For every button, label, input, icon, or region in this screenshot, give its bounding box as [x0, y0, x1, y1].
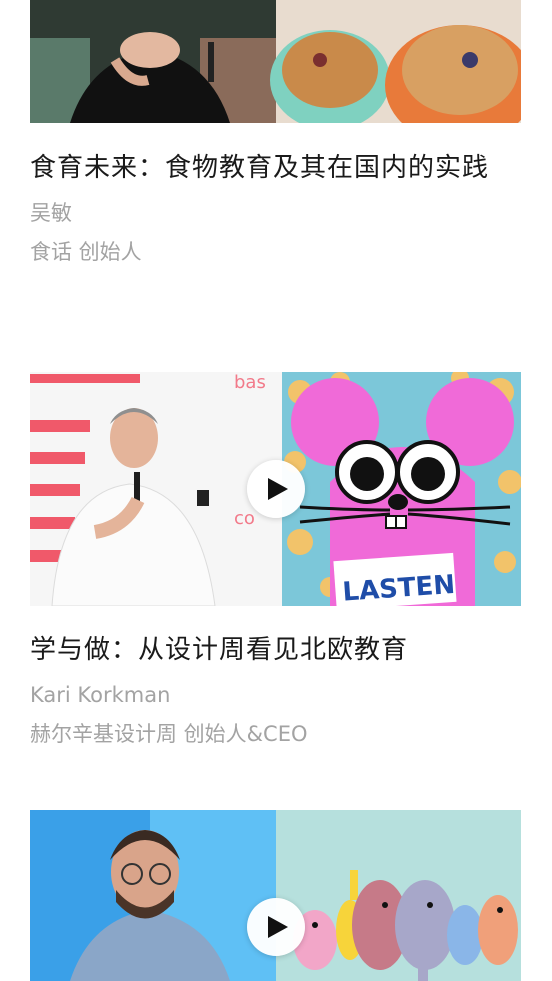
- speaker-name: 吴敏: [30, 201, 72, 225]
- speaker-role: 赫尔辛基设计周 创始人&CEO: [30, 722, 308, 746]
- article-card[interactable]: 食育未来：食物教育及其在国内的实践 吴敏 食话 创始人: [30, 0, 521, 264]
- article-thumbnail[interactable]: bas co LASTEN: [30, 372, 521, 606]
- play-icon: [267, 916, 288, 938]
- slide-text: bas: [234, 372, 266, 393]
- article-title[interactable]: 学与做：从设计周看见北欧教育: [30, 628, 521, 672]
- play-button[interactable]: [246, 460, 305, 518]
- speaker-name: Kari Korkman: [30, 683, 171, 707]
- article-card[interactable]: [30, 810, 521, 981]
- article-card[interactable]: bas co LASTEN 学与做：从设计周看见北欧教育 Kari Korkma…: [30, 372, 521, 746]
- article-thumbnail[interactable]: [30, 0, 521, 123]
- play-button[interactable]: [246, 898, 305, 956]
- speaker-role: 食话 创始人: [30, 240, 142, 264]
- slide-text: co: [234, 508, 255, 529]
- article-thumbnail[interactable]: [30, 810, 521, 981]
- play-icon: [267, 478, 288, 500]
- thumbnail-image: [30, 0, 521, 123]
- article-title[interactable]: 食育未来：食物教育及其在国内的实践: [30, 146, 521, 190]
